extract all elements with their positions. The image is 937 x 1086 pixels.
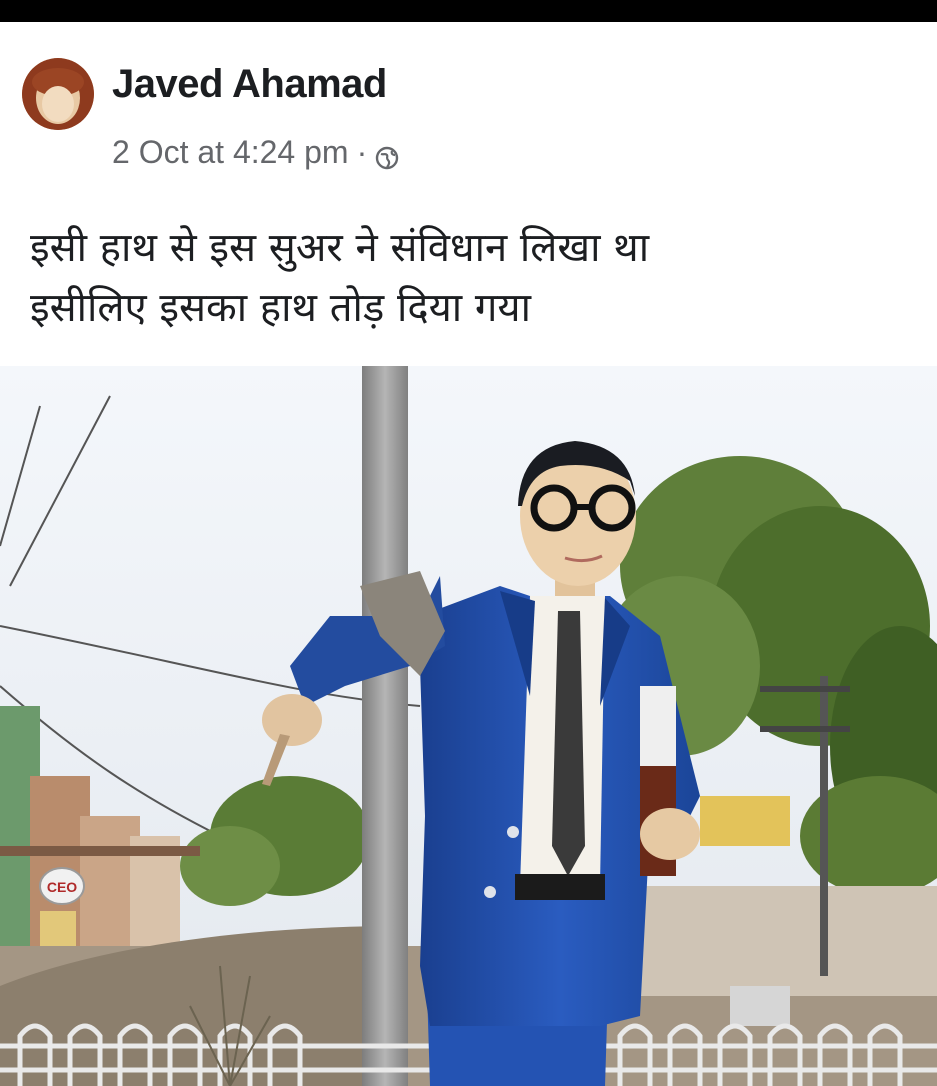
post-text: इसी हाथ से इस सुअर ने संविधान लिखा था इस… — [30, 218, 910, 338]
avatar-image — [22, 58, 94, 130]
meta-separator: · — [356, 134, 368, 170]
avatar[interactable] — [22, 58, 94, 130]
post-text-line-1: इसी हाथ से इस सुअर ने संविधान लिखा था — [30, 225, 650, 271]
post-photo[interactable]: CEO — [0, 366, 937, 1086]
screenshot-frame: Javed Ahamad 2 Oct at 4:24 pm · इसी हाथ … — [0, 0, 937, 1086]
author-name[interactable]: Javed Ahamad — [112, 62, 387, 107]
post-text-line-2: इसीलिए इसका हाथ तोड़ दिया गया — [30, 285, 531, 331]
facebook-post: Javed Ahamad 2 Oct at 4:24 pm · इसी हाथ … — [0, 22, 937, 1086]
pole — [362, 366, 408, 1086]
post-meta: 2 Oct at 4:24 pm · — [112, 134, 399, 171]
globe-icon[interactable] — [375, 141, 399, 169]
post-timestamp[interactable]: 2 Oct at 4:24 pm — [112, 134, 349, 171]
sign-text: CEO — [47, 879, 77, 895]
